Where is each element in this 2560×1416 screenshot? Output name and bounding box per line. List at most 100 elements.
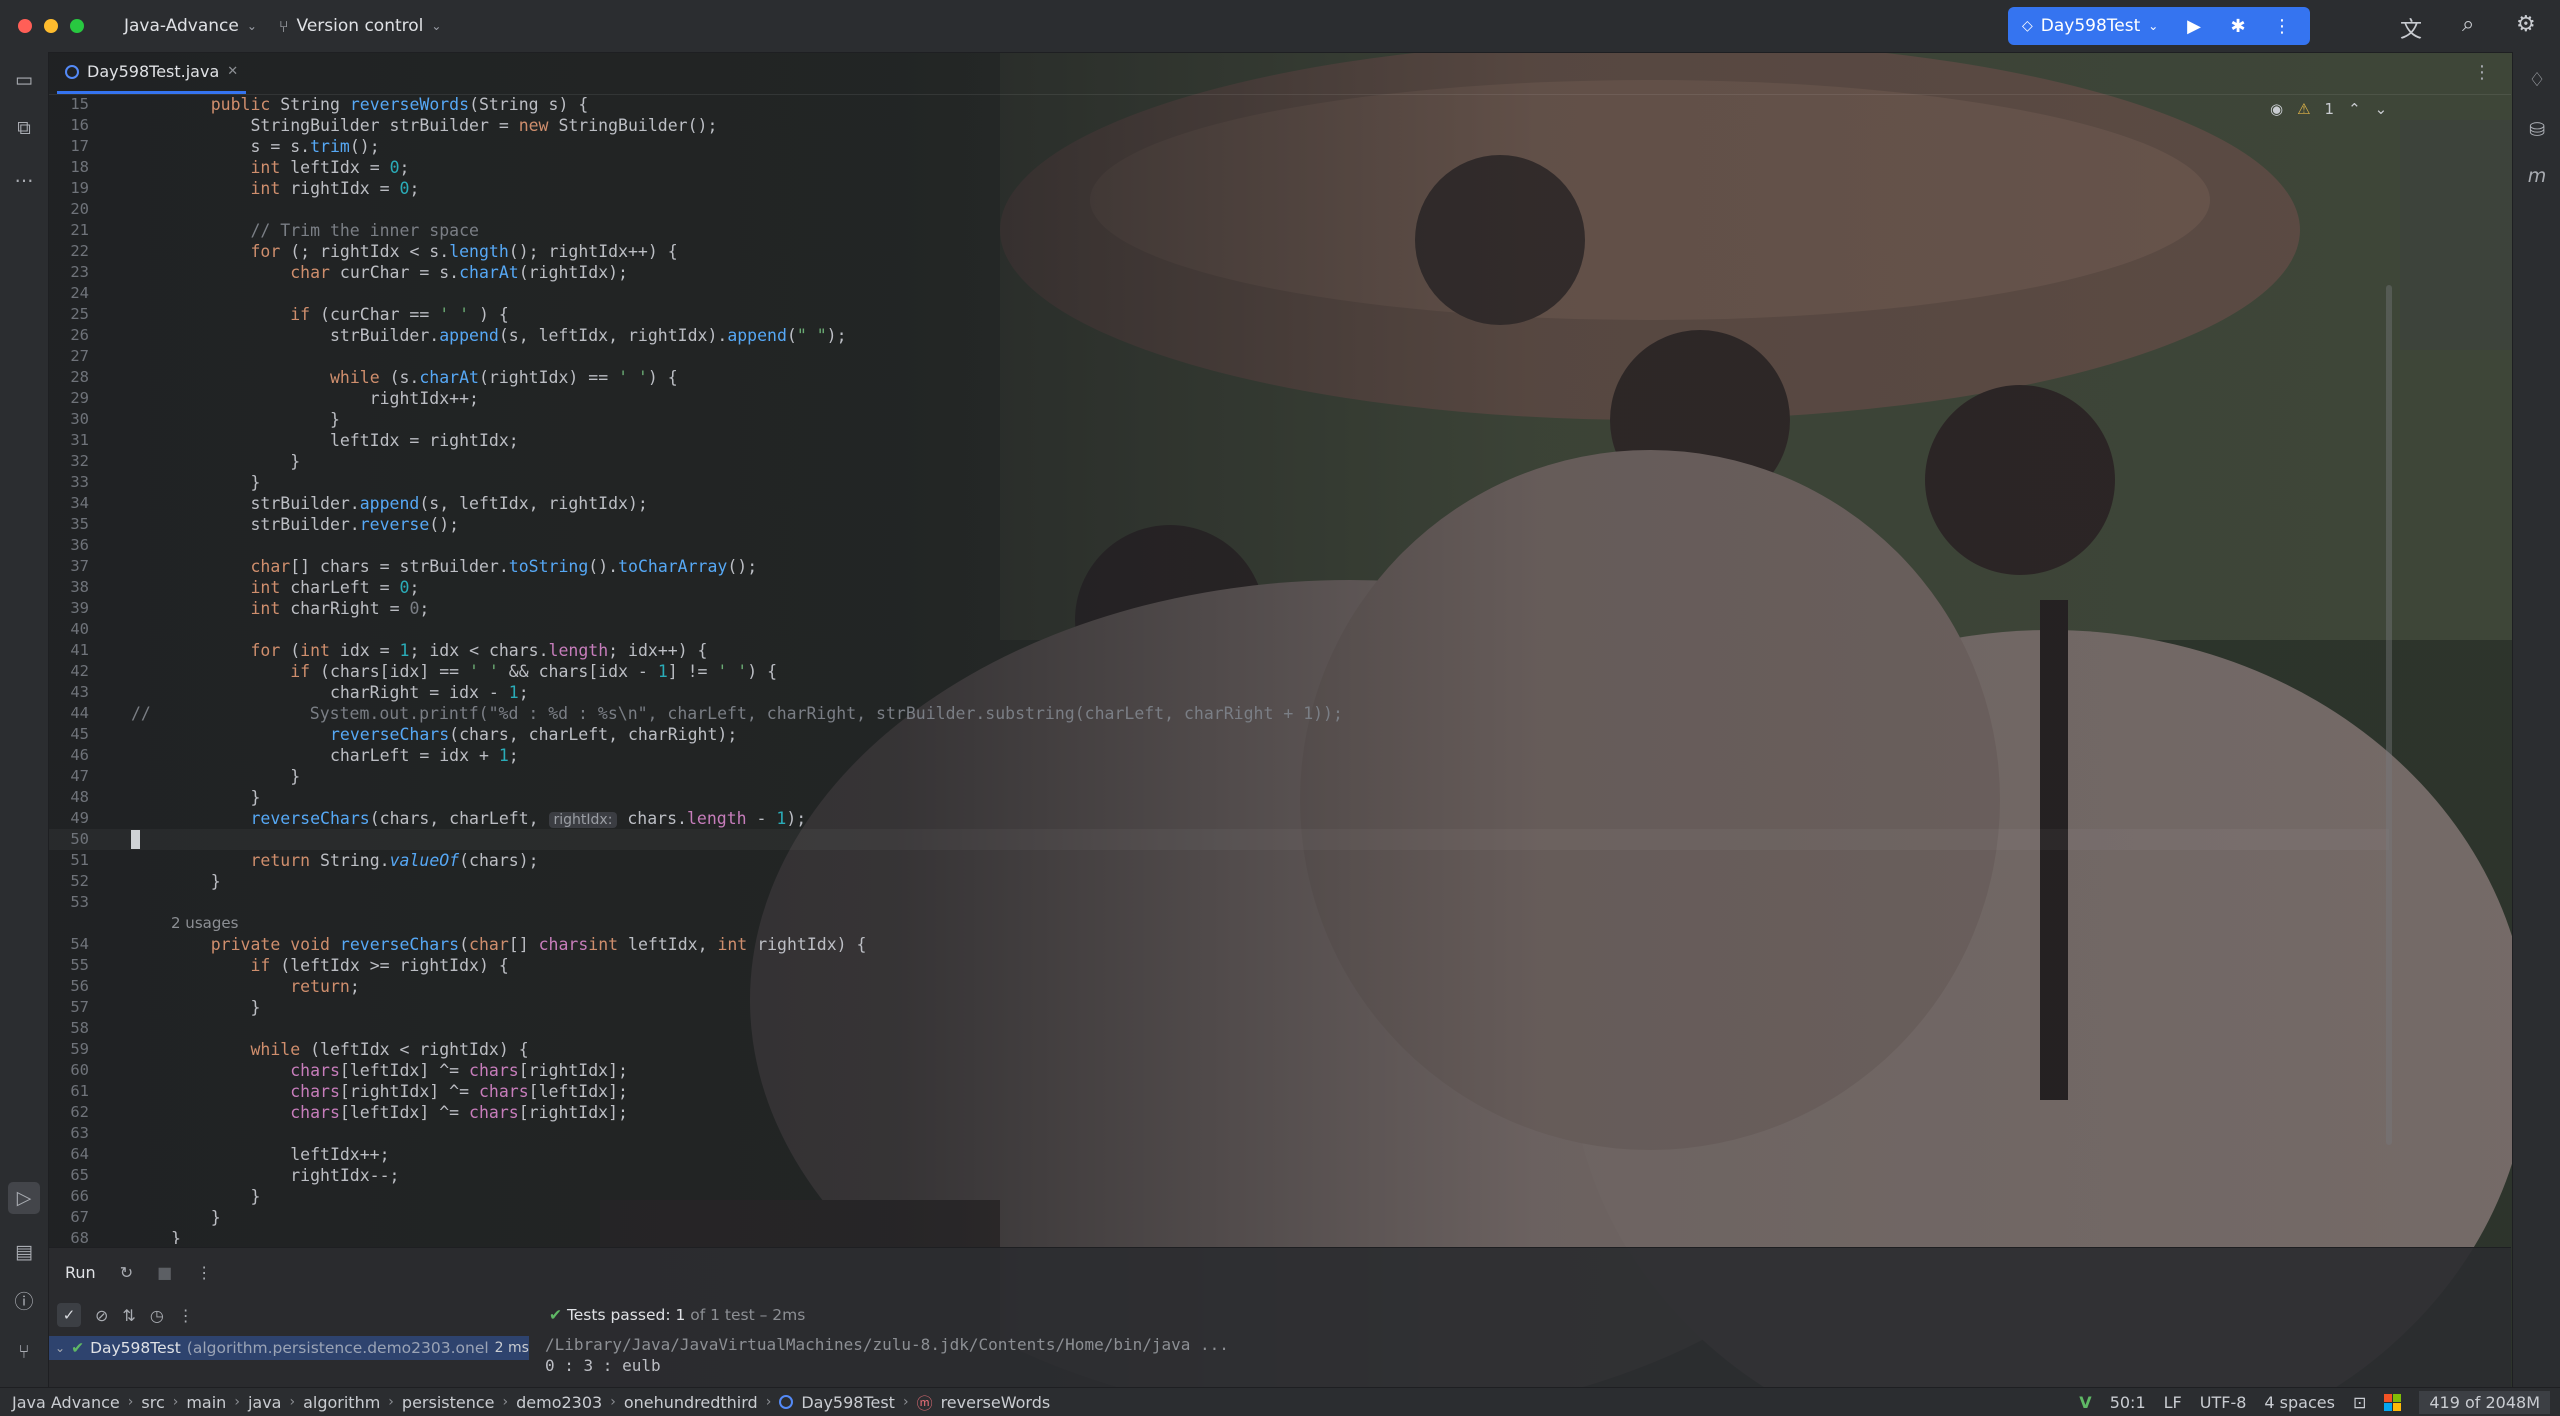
- run-config-selector[interactable]: ◇ Day598Test ⌄: [2008, 16, 2172, 36]
- maven-icon[interactable]: m: [2525, 164, 2549, 188]
- vim-icon[interactable]: V: [2079, 1393, 2091, 1412]
- line-number[interactable]: 30: [49, 409, 89, 430]
- version-control-menu[interactable]: ⑂ Version control ⌄: [279, 16, 442, 36]
- line-number[interactable]: 19: [49, 178, 89, 199]
- line-number[interactable]: 45: [49, 724, 89, 745]
- line-separator[interactable]: LF: [2164, 1393, 2182, 1412]
- translate-icon[interactable]: 文: [2400, 12, 2422, 44]
- inspections-widget[interactable]: ◉ ⚠ 1 ⌃ ⌄: [2270, 100, 2387, 118]
- line-number[interactable]: 41: [49, 640, 89, 661]
- chevron-up-icon[interactable]: ⌃: [2348, 100, 2361, 118]
- line-number[interactable]: 39: [49, 598, 89, 619]
- line-number[interactable]: 40: [49, 619, 89, 640]
- line-number[interactable]: 27: [49, 346, 89, 367]
- more-actions-button[interactable]: ⋮: [2260, 16, 2304, 37]
- usages-count[interactable]: 2 usages: [171, 913, 238, 934]
- line-number[interactable]: 33: [49, 472, 89, 493]
- close-tab-icon[interactable]: ✕: [227, 64, 238, 79]
- lock-icon[interactable]: ⊡: [2353, 1393, 2366, 1412]
- indent-setting[interactable]: 4 spaces: [2264, 1393, 2335, 1412]
- line-number[interactable]: 43: [49, 682, 89, 703]
- line-number[interactable]: 15: [49, 94, 89, 115]
- settings-gear-icon[interactable]: ⚙: [2516, 12, 2536, 37]
- line-number[interactable]: 36: [49, 535, 89, 556]
- expand-chevron-icon[interactable]: ⌄: [55, 1341, 65, 1355]
- file-encoding[interactable]: UTF-8: [2200, 1393, 2247, 1412]
- line-number[interactable]: 68: [49, 1228, 89, 1244]
- code-editor[interactable]: 15 public String reverseWords(String s) …: [49, 94, 2399, 1244]
- line-number[interactable]: 38: [49, 577, 89, 598]
- line-number[interactable]: 50: [49, 829, 89, 850]
- line-number[interactable]: 53: [49, 892, 89, 913]
- stop-icon[interactable]: ■: [157, 1263, 172, 1282]
- memory-indicator[interactable]: 419 of 2048M: [2419, 1390, 2550, 1414]
- line-number[interactable]: 57: [49, 997, 89, 1018]
- breadcrumb-item[interactable]: java: [248, 1393, 282, 1412]
- breadcrumb-item[interactable]: persistence: [402, 1393, 495, 1412]
- line-number[interactable]: 65: [49, 1165, 89, 1186]
- line-number[interactable]: 20: [49, 199, 89, 220]
- close-window-button[interactable]: [18, 19, 32, 33]
- structure-icon[interactable]: ⧉: [12, 116, 36, 140]
- breadcrumb-item[interactable]: Java Advance: [12, 1393, 120, 1412]
- line-number[interactable]: 42: [49, 661, 89, 682]
- debug-button[interactable]: ✱: [2216, 16, 2260, 37]
- code-minimap[interactable]: [2400, 120, 2512, 350]
- tab-day598test[interactable]: Day598Test.java ✕: [57, 52, 247, 94]
- line-number[interactable]: 66: [49, 1186, 89, 1207]
- notifications-bell-icon[interactable]: ♢: [2525, 68, 2549, 92]
- line-number[interactable]: 24: [49, 283, 89, 304]
- more-tools-icon[interactable]: …: [12, 164, 36, 188]
- line-number[interactable]: 47: [49, 766, 89, 787]
- sort-icon[interactable]: ⇅: [122, 1306, 135, 1325]
- line-number[interactable]: 54: [49, 934, 89, 955]
- line-number[interactable]: 67: [49, 1207, 89, 1228]
- line-number[interactable]: 34: [49, 493, 89, 514]
- line-number[interactable]: 56: [49, 976, 89, 997]
- project-selector[interactable]: Java-Advance ⌄: [124, 16, 257, 36]
- line-number[interactable]: 32: [49, 451, 89, 472]
- line-number[interactable]: 61: [49, 1081, 89, 1102]
- line-number[interactable]: 37: [49, 556, 89, 577]
- line-number[interactable]: 49: [49, 808, 89, 829]
- run-button[interactable]: ▶: [2172, 16, 2216, 37]
- more-options-icon[interactable]: ⋮: [196, 1263, 212, 1282]
- line-number[interactable]: 64: [49, 1144, 89, 1165]
- line-number[interactable]: 18: [49, 157, 89, 178]
- line-number[interactable]: 51: [49, 850, 89, 871]
- line-number[interactable]: 28: [49, 367, 89, 388]
- rerun-icon[interactable]: ↻: [120, 1263, 133, 1282]
- terminal-icon[interactable]: ▤: [12, 1240, 36, 1264]
- database-icon[interactable]: ⛁: [2525, 118, 2549, 142]
- line-number[interactable]: 21: [49, 220, 89, 241]
- line-number[interactable]: 17: [49, 136, 89, 157]
- line-number[interactable]: 48: [49, 787, 89, 808]
- caret-position[interactable]: 50:1: [2110, 1393, 2146, 1412]
- line-number[interactable]: 35: [49, 514, 89, 535]
- line-number[interactable]: 62: [49, 1102, 89, 1123]
- reader-mode-icon[interactable]: ◉: [2270, 100, 2283, 118]
- line-number[interactable]: 59: [49, 1039, 89, 1060]
- line-number[interactable]: 31: [49, 430, 89, 451]
- maximize-window-button[interactable]: [70, 19, 84, 33]
- chevron-down-icon[interactable]: ⌄: [2375, 100, 2388, 118]
- console-output[interactable]: /Library/Java/JavaVirtualMachines/zulu-8…: [545, 1334, 1229, 1376]
- breadcrumb-item[interactable]: demo2303: [516, 1393, 602, 1412]
- breadcrumb-item[interactable]: src: [141, 1393, 164, 1412]
- line-number[interactable]: 60: [49, 1060, 89, 1081]
- line-number[interactable]: 29: [49, 388, 89, 409]
- test-tree-row[interactable]: ⌄ ✔ Day598Test (algorithm.persistence.de…: [49, 1336, 529, 1360]
- line-number[interactable]: 52: [49, 871, 89, 892]
- show-passed-toggle[interactable]: ✓: [57, 1303, 81, 1327]
- breadcrumb-item[interactable]: main: [186, 1393, 226, 1412]
- line-number[interactable]: 16: [49, 115, 89, 136]
- history-icon[interactable]: ◷: [150, 1306, 164, 1325]
- more-options-icon[interactable]: ⋮: [178, 1306, 194, 1325]
- line-number[interactable]: 23: [49, 262, 89, 283]
- line-number[interactable]: 55: [49, 955, 89, 976]
- search-icon[interactable]: ⌕: [2462, 12, 2474, 37]
- line-number[interactable]: 63: [49, 1123, 89, 1144]
- editor-scrollbar[interactable]: [2386, 285, 2392, 1145]
- tab-options-icon[interactable]: ⋮: [2473, 62, 2491, 83]
- breadcrumb-item[interactable]: Day598Test: [801, 1393, 895, 1412]
